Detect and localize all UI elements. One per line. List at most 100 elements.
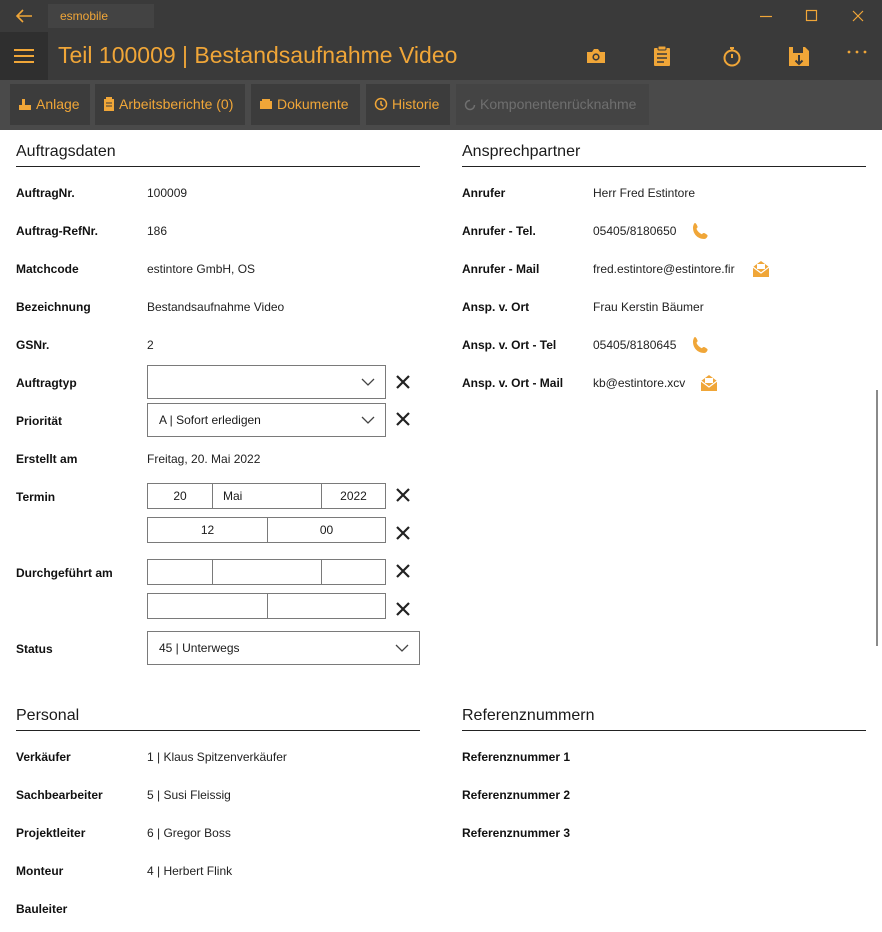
report-icon <box>104 97 114 111</box>
maximize-icon[interactable] <box>804 8 820 24</box>
auftragtyp-dropdown[interactable] <box>147 365 386 399</box>
gsnr-value: 2 <box>147 338 154 352</box>
anrufer-tel-value: 05405/8180650 <box>593 224 677 238</box>
phone-icon[interactable] <box>691 335 711 355</box>
page-header: Teil 100009 | Bestandsaufnahme Video <box>0 32 882 80</box>
prioritaet-value: A | Sofort erledigen <box>159 413 261 427</box>
termin-date-picker[interactable]: 20 Mai 2022 <box>147 483 386 509</box>
refnr-value: 186 <box>147 224 168 238</box>
status-dropdown[interactable]: 45 | Unterwegs <box>147 631 420 665</box>
ansp-tel-label: Ansp. v. Ort - Tel <box>462 338 557 352</box>
app-name: esmobile <box>48 4 154 28</box>
prioritaet-dropdown[interactable]: A | Sofort erledigen <box>147 403 386 437</box>
bauleiter-label: Bauleiter <box>16 902 68 916</box>
hamburger-icon[interactable] <box>0 32 48 80</box>
auftragnr-label: AuftragNr. <box>16 186 75 200</box>
durchgefuehrt-time-picker[interactable] <box>147 593 386 619</box>
save-icon[interactable] <box>786 42 812 70</box>
auftragnr-value: 100009 <box>147 186 188 200</box>
command-toolbar: Anlage Arbeitsberichte (0) Dokumente His… <box>0 80 882 130</box>
minimize-icon[interactable] <box>758 8 774 24</box>
dokumente-button[interactable]: Dokumente <box>251 84 360 125</box>
historie-button[interactable]: Historie <box>366 84 450 125</box>
vertical-scrollbar[interactable] <box>876 390 878 646</box>
arbeitsberichte-label: Arbeitsberichte (0) <box>119 96 234 112</box>
window-titlebar: esmobile <box>0 0 882 32</box>
referenznummer-1-label: Referenznummer 1 <box>462 750 571 764</box>
camera-icon[interactable] <box>583 42 609 70</box>
komponentenruecknahme-label: Komponentenrücknahme <box>480 96 637 112</box>
durchgefuehrt-minute[interactable] <box>268 594 385 618</box>
referenznummern-heading: Referenznummern <box>462 707 866 731</box>
more-icon[interactable] <box>845 42 871 70</box>
clipboard-icon[interactable] <box>649 42 675 70</box>
arbeitsberichte-button[interactable]: Arbeitsberichte (0) <box>95 84 245 125</box>
page-title: Teil 100009 | Bestandsaufnahme Video <box>58 42 458 68</box>
termin-month[interactable]: Mai <box>213 484 322 508</box>
referenznummer-3-label: Referenznummer 3 <box>462 826 571 840</box>
anlage-icon <box>19 99 31 110</box>
erstellt-label: Erstellt am <box>16 452 78 466</box>
personal-heading: Personal <box>16 707 420 731</box>
durchgefuehrt-day[interactable] <box>148 560 213 584</box>
historie-label: Historie <box>392 96 440 112</box>
durchgefuehrt-label: Durchgeführt am <box>16 566 113 580</box>
projektleiter-value: 6 | Gregor Boss <box>147 826 231 840</box>
termin-hour[interactable]: 12 <box>148 518 268 542</box>
ansprechpartner-heading: Ansprechpartner <box>462 143 866 167</box>
durchgefuehrt-date-picker[interactable] <box>147 559 386 585</box>
chevron-down-icon <box>361 416 375 424</box>
matchcode-label: Matchcode <box>16 262 79 276</box>
mail-icon[interactable] <box>699 373 719 393</box>
chevron-down-icon <box>395 644 409 652</box>
auftragsdaten-heading: Auftragsdaten <box>16 143 420 167</box>
verkaeufer-label: Verkäufer <box>16 750 71 764</box>
ansp-mail-value: kb@estintore.xcv <box>593 376 686 390</box>
termin-minute[interactable]: 00 <box>268 518 385 542</box>
durchgefuehrt-year[interactable] <box>322 560 385 584</box>
clear-durchgefuehrt-time-icon[interactable] <box>395 601 411 617</box>
clear-auftragtyp-icon[interactable] <box>395 374 411 390</box>
monteur-value: 4 | Herbert Flink <box>147 864 233 878</box>
termin-label: Termin <box>16 490 56 504</box>
anlage-label: Anlage <box>36 96 80 112</box>
documents-icon <box>260 99 272 109</box>
termin-time-picker[interactable]: 12 00 <box>147 517 386 543</box>
clear-prioritaet-icon[interactable] <box>395 411 411 427</box>
return-icon <box>464 99 476 111</box>
history-icon <box>374 97 388 111</box>
anrufer-value: Herr Fred Estintore <box>593 186 696 200</box>
mail-icon[interactable] <box>751 259 771 279</box>
ansp-label: Ansp. v. Ort <box>462 300 530 314</box>
termin-day[interactable]: 20 <box>148 484 213 508</box>
status-label: Status <box>16 642 53 656</box>
referenznummer-2-label: Referenznummer 2 <box>462 788 571 802</box>
clear-termin-time-icon[interactable] <box>395 525 411 541</box>
monteur-label: Monteur <box>16 864 64 878</box>
ansp-value: Frau Kerstin Bäumer <box>593 300 704 314</box>
stopwatch-icon[interactable] <box>719 42 745 70</box>
matchcode-value: estintore GmbH, OS <box>147 262 256 276</box>
gsnr-label: GSNr. <box>16 338 50 352</box>
chevron-down-icon <box>361 378 375 386</box>
termin-year[interactable]: 2022 <box>322 484 385 508</box>
bezeichnung-label: Bezeichnung <box>16 300 91 314</box>
anrufer-mail-value: fred.estintore@estintore.fir <box>593 262 735 276</box>
anlage-button[interactable]: Anlage <box>10 84 90 125</box>
back-arrow-icon[interactable] <box>14 7 34 25</box>
close-icon[interactable] <box>850 8 866 24</box>
status-value: 45 | Unterwegs <box>159 641 240 655</box>
komponentenruecknahme-button[interactable]: Komponentenrücknahme <box>456 84 649 125</box>
phone-icon[interactable] <box>691 221 711 241</box>
bezeichnung-value: Bestandsaufnahme Video <box>147 300 285 314</box>
anrufer-mail-label: Anrufer - Mail <box>462 262 540 276</box>
clear-termin-date-icon[interactable] <box>395 487 411 503</box>
durchgefuehrt-month[interactable] <box>213 560 322 584</box>
projektleiter-label: Projektleiter <box>16 826 86 840</box>
verkaeufer-value: 1 | Klaus Spitzenverkäufer <box>147 750 287 764</box>
durchgefuehrt-hour[interactable] <box>148 594 268 618</box>
anrufer-label: Anrufer <box>462 186 506 200</box>
sachbearbeiter-value: 5 | Susi Fleissig <box>147 788 231 802</box>
clear-durchgefuehrt-date-icon[interactable] <box>395 563 411 579</box>
refnr-label: Auftrag-RefNr. <box>16 224 99 238</box>
